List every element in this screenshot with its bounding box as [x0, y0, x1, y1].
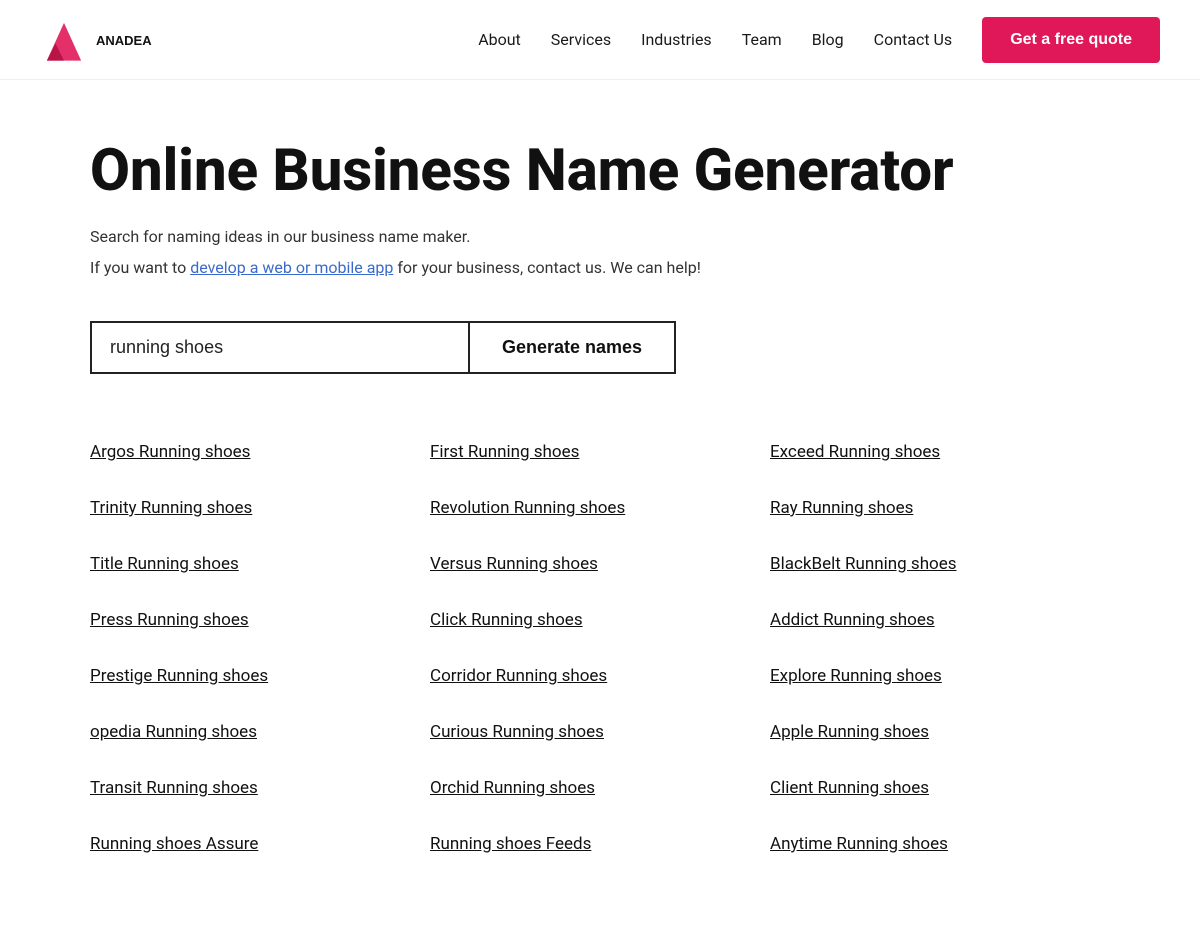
- list-item: Trinity Running shoes: [90, 480, 430, 536]
- result-link[interactable]: Prestige Running shoes: [90, 666, 268, 686]
- result-link[interactable]: Anytime Running shoes: [770, 834, 948, 854]
- result-link[interactable]: Trinity Running shoes: [90, 498, 252, 518]
- result-link[interactable]: Revolution Running shoes: [430, 498, 625, 518]
- result-link[interactable]: Apple Running shoes: [770, 722, 929, 742]
- generate-button[interactable]: Generate names: [470, 321, 676, 374]
- search-row: Generate names: [90, 321, 1110, 374]
- result-link[interactable]: Orchid Running shoes: [430, 778, 595, 798]
- nav-team[interactable]: Team: [742, 30, 782, 49]
- result-link[interactable]: Addict Running shoes: [770, 610, 935, 630]
- result-link[interactable]: Corridor Running shoes: [430, 666, 607, 686]
- result-link[interactable]: Title Running shoes: [90, 554, 239, 574]
- nav-contact[interactable]: Contact Us: [874, 30, 953, 49]
- subtitle-1: Search for naming ideas in our business …: [90, 224, 1110, 250]
- nav-services[interactable]: Services: [551, 30, 611, 49]
- subtitle-2-before: If you want to: [90, 258, 190, 277]
- main-content: Online Business Name Generator Search fo…: [50, 80, 1150, 932]
- list-item: Anytime Running shoes: [770, 816, 1110, 872]
- result-link[interactable]: Transit Running shoes: [90, 778, 258, 798]
- result-link[interactable]: BlackBelt Running shoes: [770, 554, 957, 574]
- list-item: Curious Running shoes: [430, 704, 770, 760]
- result-link[interactable]: Running shoes Assure: [90, 834, 258, 854]
- result-link[interactable]: Explore Running shoes: [770, 666, 942, 686]
- list-item: Addict Running shoes: [770, 592, 1110, 648]
- page-title: Online Business Name Generator: [90, 140, 1110, 204]
- result-column-1: Argos Running shoes Trinity Running shoes…: [90, 424, 430, 872]
- list-item: Click Running shoes: [430, 592, 770, 648]
- subtitle-2-after: for your business, contact us. We can he…: [393, 258, 700, 277]
- result-link[interactable]: Curious Running shoes: [430, 722, 604, 742]
- result-link[interactable]: Argos Running shoes: [90, 442, 250, 462]
- result-link[interactable]: First Running shoes: [430, 442, 579, 462]
- list-item: Apple Running shoes: [770, 704, 1110, 760]
- result-column-3: Exceed Running shoes Ray Running shoes Bla…: [770, 424, 1110, 872]
- list-item: Transit Running shoes: [90, 760, 430, 816]
- nav-industries[interactable]: Industries: [641, 30, 712, 49]
- result-link[interactable]: Click Running shoes: [430, 610, 583, 630]
- result-link[interactable]: Ray Running shoes: [770, 498, 913, 518]
- result-column-2: First Running shoes Revolution Running sh…: [430, 424, 770, 872]
- result-link[interactable]: Exceed Running shoes: [770, 442, 940, 462]
- result-link[interactable]: opedia Running shoes: [90, 722, 257, 742]
- list-item: opedia Running shoes: [90, 704, 430, 760]
- list-item: Ray Running shoes: [770, 480, 1110, 536]
- results-grid: Argos Running shoes Trinity Running shoes…: [90, 424, 1110, 872]
- list-item: Explore Running shoes: [770, 648, 1110, 704]
- logo-icon: ANADEA: [40, 16, 88, 64]
- list-item: Revolution Running shoes: [430, 480, 770, 536]
- list-item: Prestige Running shoes: [90, 648, 430, 704]
- site-header: ANADEA ANADEA About Services Industries …: [0, 0, 1200, 80]
- list-item: Press Running shoes: [90, 592, 430, 648]
- list-item: Exceed Running shoes: [770, 424, 1110, 480]
- result-link[interactable]: Running shoes Feeds: [430, 834, 591, 854]
- list-item: Client Running shoes: [770, 760, 1110, 816]
- result-link[interactable]: Press Running shoes: [90, 610, 249, 630]
- search-input[interactable]: [90, 321, 470, 374]
- list-item: Title Running shoes: [90, 536, 430, 592]
- develop-app-link[interactable]: develop a web or mobile app: [190, 258, 393, 277]
- list-item: BlackBelt Running shoes: [770, 536, 1110, 592]
- logo-text: ANADEA: [96, 33, 176, 47]
- svg-text:ANADEA: ANADEA: [96, 33, 152, 47]
- get-quote-button[interactable]: Get a free quote: [982, 17, 1160, 63]
- list-item: Corridor Running shoes: [430, 648, 770, 704]
- main-nav: About Services Industries Team Blog Cont…: [478, 17, 1160, 63]
- list-item: First Running shoes: [430, 424, 770, 480]
- nav-blog[interactable]: Blog: [812, 30, 844, 49]
- list-item: Running shoes Feeds: [430, 816, 770, 872]
- result-link[interactable]: Client Running shoes: [770, 778, 929, 798]
- list-item: Running shoes Assure: [90, 816, 430, 872]
- subtitle-2: If you want to develop a web or mobile a…: [90, 255, 1110, 281]
- result-link[interactable]: Versus Running shoes: [430, 554, 598, 574]
- nav-about[interactable]: About: [478, 30, 521, 49]
- logo[interactable]: ANADEA ANADEA: [40, 16, 176, 64]
- list-item: Orchid Running shoes: [430, 760, 770, 816]
- list-item: Argos Running shoes: [90, 424, 430, 480]
- list-item: Versus Running shoes: [430, 536, 770, 592]
